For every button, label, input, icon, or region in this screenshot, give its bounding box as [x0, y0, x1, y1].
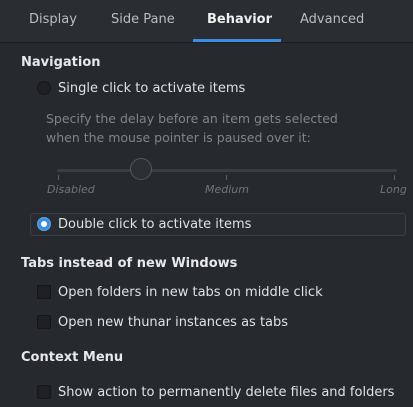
single-click-label: Single click to activate items: [58, 80, 246, 96]
single-click-option[interactable]: Single click to activate items: [37, 77, 245, 99]
single-click-radio[interactable]: [37, 81, 51, 95]
tab-behavior[interactable]: Behavior: [207, 12, 272, 27]
slider-tick-mid: [226, 175, 227, 180]
double-click-option[interactable]: Double click to activate items: [37, 213, 251, 235]
new-instances-tabs-option[interactable]: Open new thunar instances as tabs: [37, 311, 288, 333]
active-tab-indicator: [193, 39, 281, 42]
double-click-radio[interactable]: [37, 217, 51, 231]
context-menu-section-title: Context Menu: [21, 350, 124, 365]
navigation-section-title: Navigation: [21, 55, 101, 70]
middle-click-tabs-option[interactable]: Open folders in new tabs on middle click: [37, 281, 323, 303]
tab-display[interactable]: Display: [29, 12, 77, 27]
delay-slider-handle[interactable]: [130, 158, 152, 180]
permanent-delete-checkbox[interactable]: [37, 385, 51, 399]
delay-slider-track[interactable]: [57, 169, 397, 172]
tab-bar: Display Side Pane Behavior Advanced: [0, 0, 413, 43]
permanent-delete-label: Show action to permanently delete files …: [58, 384, 395, 400]
tabs-section-title: Tabs instead of new Windows: [21, 256, 238, 271]
double-click-label: Double click to activate items: [58, 216, 252, 232]
slider-tick-min: [58, 175, 59, 180]
slider-label-disabled: Disabled: [47, 183, 95, 196]
tab-side-pane[interactable]: Side Pane: [111, 12, 175, 27]
delay-description: Specify the delay before an item gets se…: [46, 111, 338, 145]
slider-tick-max: [394, 175, 395, 180]
middle-click-tabs-checkbox[interactable]: [37, 285, 51, 299]
middle-click-tabs-label: Open folders in new tabs on middle click: [58, 284, 323, 300]
new-instances-tabs-checkbox[interactable]: [37, 315, 51, 329]
new-instances-tabs-label: Open new thunar instances as tabs: [58, 314, 289, 330]
permanent-delete-option[interactable]: Show action to permanently delete files …: [37, 381, 394, 403]
tab-advanced[interactable]: Advanced: [300, 12, 364, 27]
slider-label-long: Long: [380, 183, 407, 196]
slider-label-medium: Medium: [205, 183, 249, 196]
